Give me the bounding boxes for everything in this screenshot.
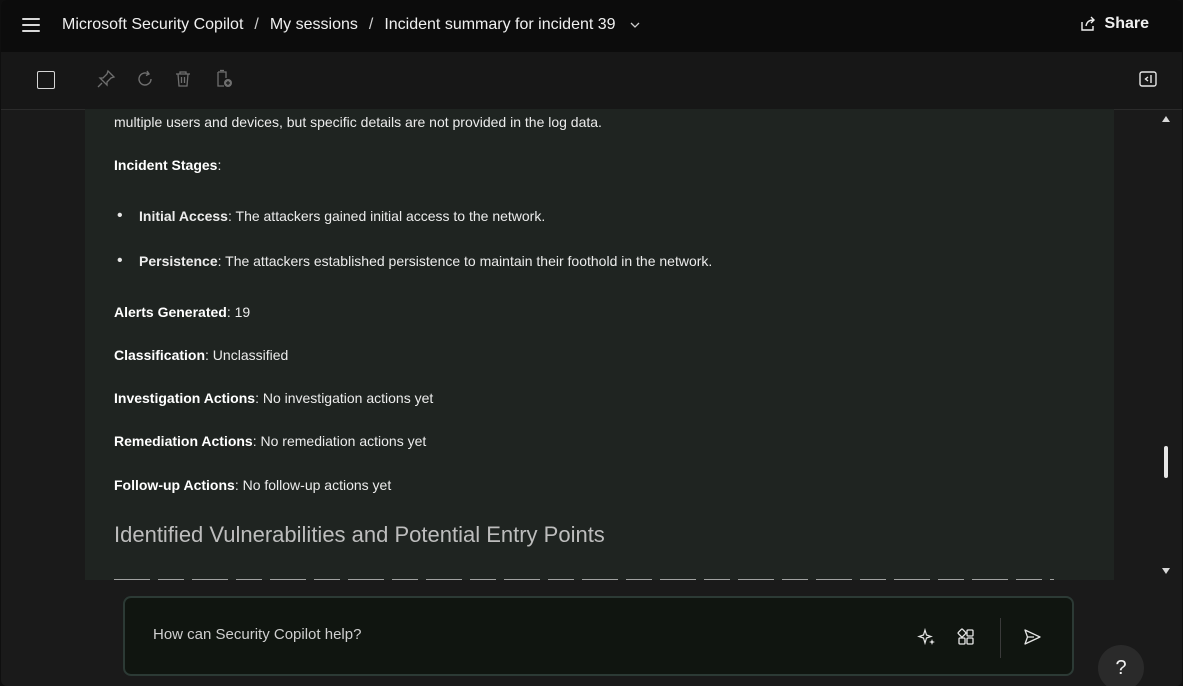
investigation-label: Investigation Actions [114,390,256,406]
app-title-link[interactable]: Microsoft Security Copilot [62,16,243,34]
top-bar: Microsoft Security Copilot / My sessions… [1,0,1182,52]
list-item: Persistence: The attackers established p… [117,252,713,270]
scroll-up-arrow[interactable] [1162,116,1170,122]
app-window: Microsoft Security Copilot / My sessions… [1,0,1182,686]
stages-colon: : [217,157,222,173]
prompt-input[interactable] [151,625,855,644]
prompt-box [123,596,1074,676]
incident-stages-heading: Incident Stages: [114,157,221,173]
response-panel: multiple users and devices, but specific… [85,109,1114,580]
alerts-generated: Alerts Generated: 19 [114,304,250,320]
alerts-label: Alerts Generated [114,304,227,320]
toolbar [1,52,1182,110]
add-to-pinboard-icon[interactable] [214,69,234,89]
remediation-value: : No remediation actions yet [252,433,427,449]
stage-label: Persistence [139,253,218,269]
send-icon[interactable] [1022,627,1042,647]
list-item: Initial Access: The attackers gained ini… [117,207,546,225]
classification-value: : Unclassified [205,347,289,363]
remediation-label: Remediation Actions [114,433,253,449]
chevron-down-icon[interactable] [628,18,642,32]
investigation-value: : No investigation actions yet [255,390,434,406]
breadcrumb-separator: / [368,16,374,33]
session-title[interactable]: Incident summary for incident 39 [384,16,615,34]
breadcrumb-separator: / [254,16,259,33]
stage-text: : The attackers established persistence … [217,253,713,269]
followup-actions: Follow-up Actions: No follow-up actions … [114,477,391,493]
prompt-book-icon[interactable] [956,627,976,647]
help-button[interactable]: ? [1098,645,1144,686]
menu-icon[interactable] [22,18,40,32]
stage-text: : The attackers gained initial access to… [227,208,546,224]
panel-toggle-icon[interactable] [1139,71,1157,87]
section-heading: Identified Vulnerabilities and Potential… [114,522,605,547]
my-sessions-link[interactable]: My sessions [270,16,358,34]
delete-icon[interactable] [173,69,193,89]
classification: Classification: Unclassified [114,347,288,363]
share-label: Share [1104,15,1149,32]
sparkle-icon[interactable] [917,627,937,647]
clipped-text-line [114,573,1054,580]
scroll-down-arrow[interactable] [1162,568,1170,574]
refresh-icon[interactable] [135,69,155,89]
response-text: multiple users and devices, but specific… [114,114,602,130]
followup-value: : No follow-up actions yet [234,477,392,493]
remediation-actions: Remediation Actions: No remediation acti… [114,433,426,449]
breadcrumb: Microsoft Security Copilot / My sessions… [62,16,642,34]
investigation-actions: Investigation Actions: No investigation … [114,390,433,406]
classification-label: Classification [114,347,206,363]
share-icon [1080,16,1095,31]
pin-icon[interactable] [96,69,116,89]
alerts-value: : 19 [226,304,251,320]
stage-label: Initial Access [139,208,228,224]
stages-label: Incident Stages [114,157,218,173]
checkbox-icon[interactable] [37,71,55,89]
scrollbar-thumb[interactable] [1164,446,1168,478]
followup-label: Follow-up Actions [114,477,235,493]
share-button[interactable]: Share [1079,15,1149,33]
prompt-divider [1000,618,1001,658]
